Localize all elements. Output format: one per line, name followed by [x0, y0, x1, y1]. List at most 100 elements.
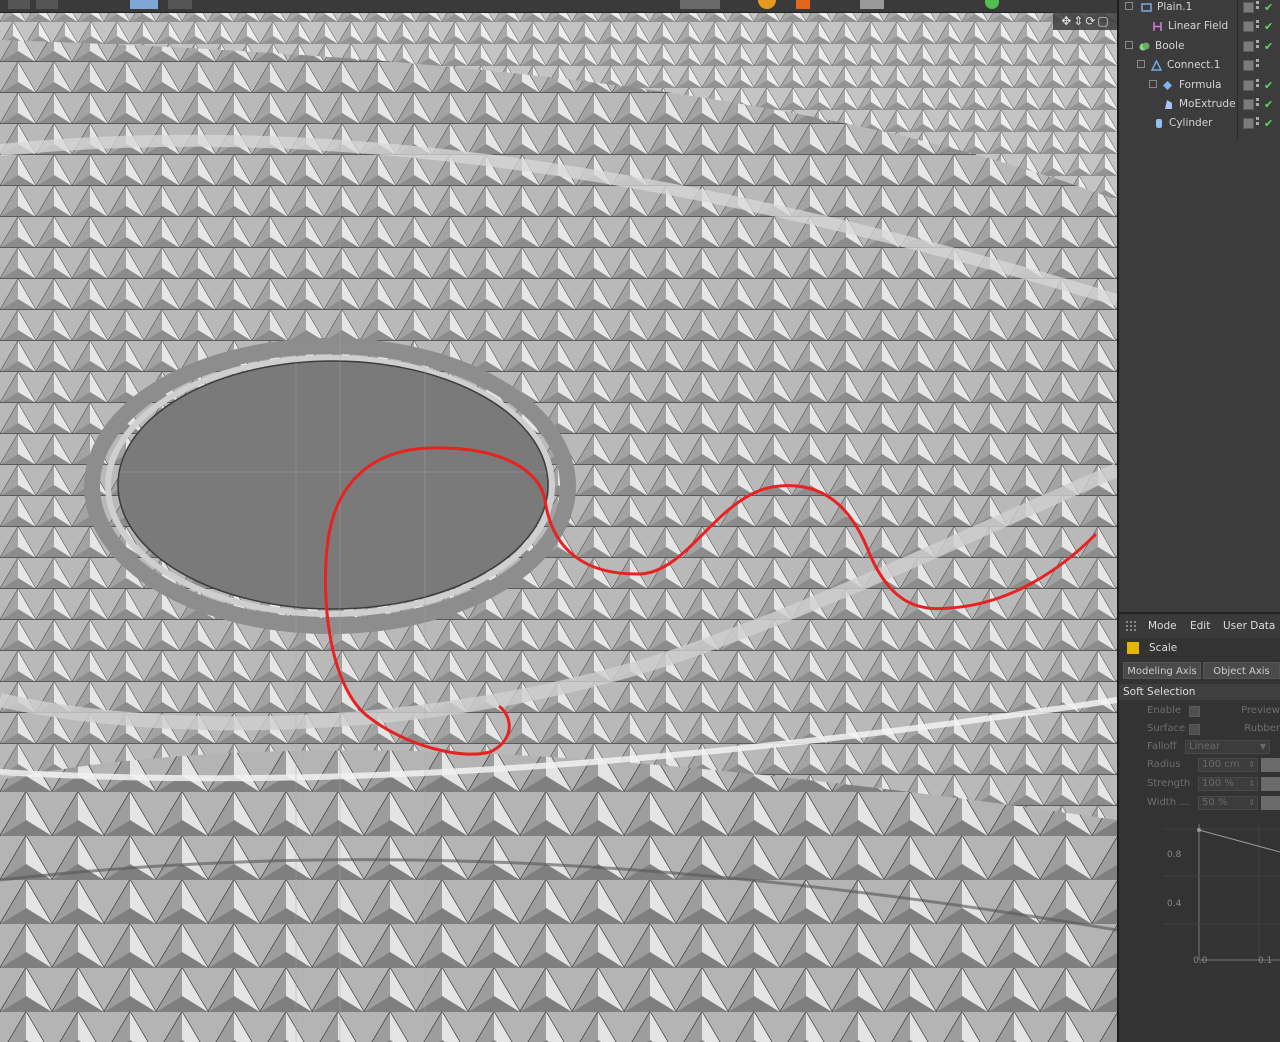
- visibility-dots[interactable]: [1256, 78, 1261, 92]
- visibility-toggle[interactable]: [1243, 41, 1254, 52]
- stepper-icon[interactable]: ⇕: [1248, 778, 1255, 790]
- strength-row: Strength 100 % ⇕: [1119, 775, 1280, 793]
- strength-slider[interactable]: [1261, 777, 1280, 791]
- strength-field[interactable]: 100 % ⇕: [1198, 777, 1258, 791]
- width-slider[interactable]: [1261, 796, 1280, 810]
- strength-value: 100 %: [1202, 778, 1234, 789]
- tab-modeling-axis[interactable]: Modeling Axis: [1123, 662, 1201, 679]
- expand-toggle[interactable]: [1137, 60, 1145, 68]
- object-row-connect[interactable]: Connect.1: [1119, 56, 1280, 75]
- object-label: MoExtrude: [1179, 98, 1236, 110]
- expand-toggle[interactable]: [1149, 80, 1157, 88]
- toolbar-icon[interactable]: [758, 0, 776, 9]
- enable-checkbox[interactable]: [1189, 706, 1200, 717]
- expand-toggle[interactable]: [1125, 2, 1133, 10]
- tab-object-axis[interactable]: Object Axis: [1203, 662, 1280, 679]
- zoom-view-icon[interactable]: ⇕: [1073, 14, 1083, 28]
- 3d-viewport[interactable]: ✥ ⇕ ⟳ ▢: [0, 0, 1117, 1042]
- x-tick-label: 0.0: [1193, 956, 1208, 966]
- boolean-hole: [117, 360, 549, 610]
- viewport-navigation[interactable]: ✥ ⇕ ⟳ ▢: [1053, 12, 1117, 30]
- enable-row: Enable Preview: [1119, 702, 1280, 720]
- visibility-toggle[interactable]: [1243, 118, 1254, 129]
- y-tick-label: 0.8: [1167, 850, 1182, 860]
- y-tick-label: 0.4: [1167, 899, 1182, 909]
- visibility-toggle[interactable]: [1243, 60, 1254, 71]
- falloff-curve: [1163, 824, 1280, 961]
- object-row-plain[interactable]: Plain.1 ✔: [1119, 0, 1280, 17]
- formula-icon: [1163, 81, 1172, 90]
- width-field[interactable]: 50 % ⇕: [1198, 796, 1258, 810]
- enabled-check-icon[interactable]: ✔: [1264, 17, 1273, 36]
- soft-selection-section[interactable]: Soft Selection: [1119, 684, 1280, 700]
- menu-edit[interactable]: Edit: [1190, 614, 1210, 638]
- enabled-check-icon[interactable]: ✔: [1264, 95, 1273, 114]
- toolbar-icon[interactable]: [680, 0, 720, 9]
- surface-checkbox[interactable]: [1189, 724, 1200, 735]
- chevron-down-icon: ▼: [1259, 742, 1266, 751]
- visibility-toggle[interactable]: [1243, 2, 1254, 13]
- visibility-toggle[interactable]: [1243, 21, 1254, 32]
- x-tick-label: 0.1: [1258, 956, 1273, 966]
- moextrude-icon: [1165, 100, 1172, 109]
- scale-tool-icon: [1127, 642, 1139, 654]
- width-label: Width ...: [1147, 797, 1189, 808]
- visibility-dots[interactable]: [1256, 97, 1261, 111]
- toolbar-icon[interactable]: [796, 0, 810, 9]
- width-value: 50 %: [1202, 797, 1228, 808]
- toolbar-icon[interactable]: [36, 0, 58, 9]
- enabled-check-icon[interactable]: ✔: [1264, 37, 1273, 56]
- object-label: Connect.1: [1167, 59, 1221, 71]
- visibility-toggle[interactable]: [1243, 80, 1254, 91]
- toolbar-icon[interactable]: [985, 0, 999, 9]
- grip-icon[interactable]: [1126, 621, 1136, 631]
- visibility-toggle[interactable]: [1243, 99, 1254, 110]
- menu-user-data[interactable]: User Data: [1223, 614, 1275, 638]
- toolbar-icon[interactable]: [130, 0, 158, 9]
- move-view-icon[interactable]: ✥: [1061, 14, 1071, 28]
- visibility-dots[interactable]: [1256, 39, 1261, 53]
- width-row: Width ... 50 % ⇕: [1119, 794, 1280, 812]
- falloff-graph[interactable]: 0.8 0.4 0.0 0.1: [1163, 824, 1280, 966]
- toolbar-icon[interactable]: [8, 0, 30, 9]
- connect-icon: [1151, 60, 1162, 71]
- right-panel: Plain.1 ✔ Linear Field ✔ Boole ✔ Connect…: [1117, 0, 1280, 1042]
- stepper-icon[interactable]: ⇕: [1248, 759, 1255, 771]
- visibility-dots[interactable]: [1256, 0, 1261, 14]
- object-row-boole[interactable]: Boole ✔: [1119, 37, 1280, 56]
- falloff-row: Falloff Linear ▼: [1119, 738, 1280, 756]
- menu-mode[interactable]: Mode: [1148, 614, 1177, 638]
- radius-field[interactable]: 100 cm ⇕: [1198, 758, 1258, 772]
- surface-label: Surface: [1147, 723, 1186, 734]
- expand-toggle[interactable]: [1125, 41, 1133, 49]
- tool-title: Scale: [1119, 638, 1280, 658]
- visibility-dots[interactable]: [1256, 19, 1261, 33]
- surface-row: Surface Rubber: [1119, 720, 1280, 738]
- object-row-moextrude[interactable]: MoExtrude ✔: [1119, 95, 1280, 114]
- toolbar-icon[interactable]: [168, 0, 192, 9]
- object-manager: Plain.1 ✔ Linear Field ✔ Boole ✔ Connect…: [1119, 0, 1280, 612]
- object-row-linear-field[interactable]: Linear Field ✔: [1119, 17, 1280, 36]
- falloff-dropdown[interactable]: Linear ▼: [1185, 740, 1270, 754]
- radius-slider[interactable]: [1261, 758, 1280, 772]
- axis-tabs: Modeling Axis Object Axis: [1123, 662, 1280, 680]
- enabled-check-icon[interactable]: ✔: [1264, 114, 1273, 133]
- maximize-view-icon[interactable]: ▢: [1097, 14, 1108, 28]
- object-row-formula[interactable]: Formula ✔: [1119, 76, 1280, 95]
- enabled-check-icon[interactable]: ✔: [1264, 0, 1273, 17]
- radius-label: Radius: [1147, 759, 1181, 770]
- visibility-dots[interactable]: [1256, 58, 1261, 72]
- object-label: Plain.1: [1157, 1, 1193, 13]
- object-row-cylinder[interactable]: Cylinder ✔: [1119, 114, 1280, 133]
- linear-field-icon: [1153, 22, 1162, 31]
- radius-value: 100 cm: [1202, 759, 1240, 770]
- rotate-view-icon[interactable]: ⟳: [1085, 14, 1095, 28]
- stepper-icon[interactable]: ⇕: [1248, 797, 1255, 809]
- visibility-dots[interactable]: [1256, 116, 1261, 130]
- viewport-toolbar: [0, 0, 1117, 13]
- toolbar-icon[interactable]: [860, 0, 884, 9]
- enabled-check-icon[interactable]: ✔: [1264, 76, 1273, 95]
- cylinder-icon: [1156, 119, 1162, 128]
- preview-label: Preview: [1241, 705, 1280, 716]
- object-label: Cylinder: [1169, 117, 1213, 129]
